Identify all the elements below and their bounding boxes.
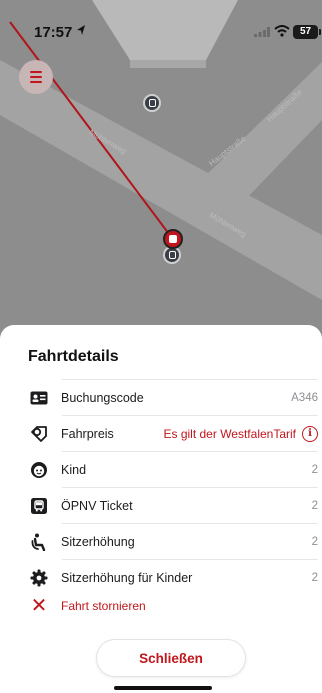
- close-button[interactable]: Schließen: [96, 639, 246, 677]
- detail-row-child: Kind 2: [28, 452, 318, 487]
- gear-icon: [28, 567, 50, 589]
- row-label: Fahrpreis: [61, 426, 114, 441]
- row-label: Sitzerhöhung: [61, 534, 135, 549]
- row-label: Buchungscode: [61, 390, 144, 405]
- booking-card-icon: [28, 387, 50, 409]
- cancel-ride-link[interactable]: ✕ Fahrt stornieren: [28, 591, 146, 621]
- wifi-icon: [274, 25, 290, 37]
- row-label: ÖPNV Ticket: [61, 498, 133, 513]
- ride-details-sheet: Fahrtdetails Buchungscode A346 Fahrpreis…: [0, 325, 322, 693]
- bus-stop-icon[interactable]: [143, 94, 161, 112]
- sheet-title: Fahrtdetails: [28, 348, 119, 365]
- booster-seat-count-value: 2: [311, 535, 318, 548]
- info-icon[interactable]: i: [302, 425, 318, 442]
- detail-row-booster-seat-children: Sitzerhöhung für Kinder 2: [28, 560, 318, 595]
- child-face-icon: [28, 459, 50, 481]
- home-indicator: [114, 686, 212, 690]
- close-icon: ✕: [30, 595, 48, 617]
- hamburger-icon: [30, 70, 42, 85]
- child-count-value: 2: [311, 463, 318, 476]
- battery-icon: 57: [293, 25, 321, 39]
- location-arrow-icon: [77, 25, 85, 35]
- status-bar: 17:57 57: [0, 0, 322, 56]
- row-label: Kind: [61, 462, 87, 477]
- row-label: Sitzerhöhung für Kinder: [61, 570, 193, 585]
- cancel-ride-label: Fahrt stornieren: [61, 599, 146, 613]
- bus-ticket-icon: [28, 495, 50, 517]
- price-tag-icon: [28, 423, 50, 445]
- detail-row-public-transport-ticket: ÖPNV Ticket 2: [28, 488, 318, 523]
- ticket-count-value: 2: [311, 499, 318, 512]
- booking-code-value: A346: [291, 391, 318, 404]
- cellular-signal-icon: [254, 27, 270, 37]
- detail-row-booster-seat: Sitzerhöhung 2: [28, 524, 318, 559]
- vehicle-marker-icon[interactable]: [163, 229, 183, 249]
- status-time: 17:57: [34, 24, 73, 41]
- menu-button[interactable]: [19, 60, 53, 94]
- detail-row-booking-code: Buchungscode A346: [28, 380, 318, 415]
- child-seat-icon: [28, 531, 50, 553]
- detail-row-price: Fahrpreis Es gilt der WestfalenTarif i: [28, 416, 318, 451]
- price-value: Es gilt der WestfalenTarif: [163, 426, 297, 441]
- children-booster-seat-count-value: 2: [311, 571, 318, 584]
